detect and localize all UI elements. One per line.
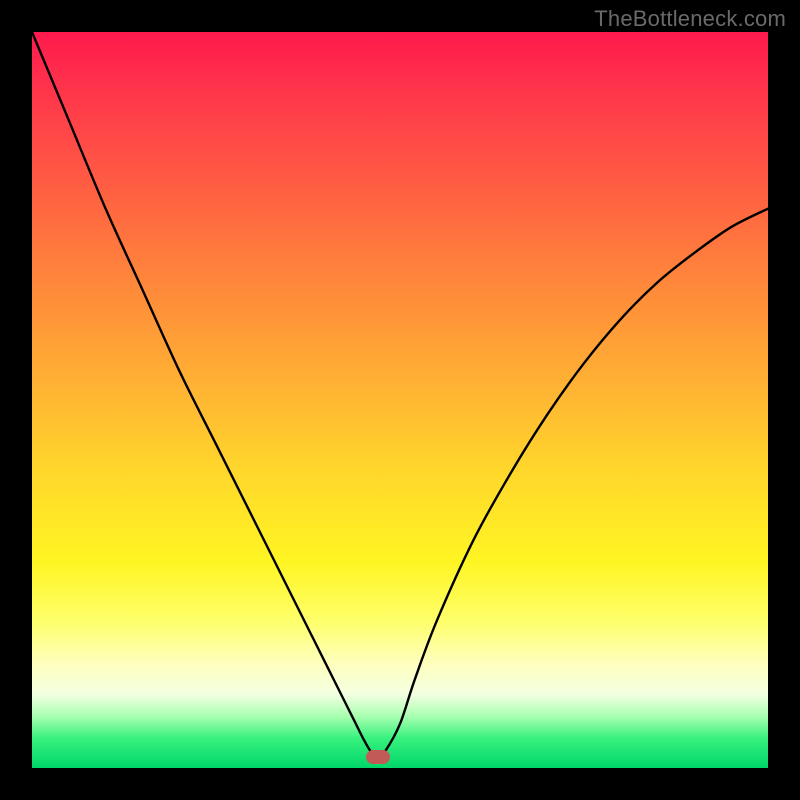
- chart-frame: TheBottleneck.com: [0, 0, 800, 800]
- watermark-text: TheBottleneck.com: [594, 6, 786, 32]
- plot-area: [32, 32, 768, 768]
- optimal-point-marker: [366, 750, 390, 764]
- bottleneck-curve: [32, 32, 768, 768]
